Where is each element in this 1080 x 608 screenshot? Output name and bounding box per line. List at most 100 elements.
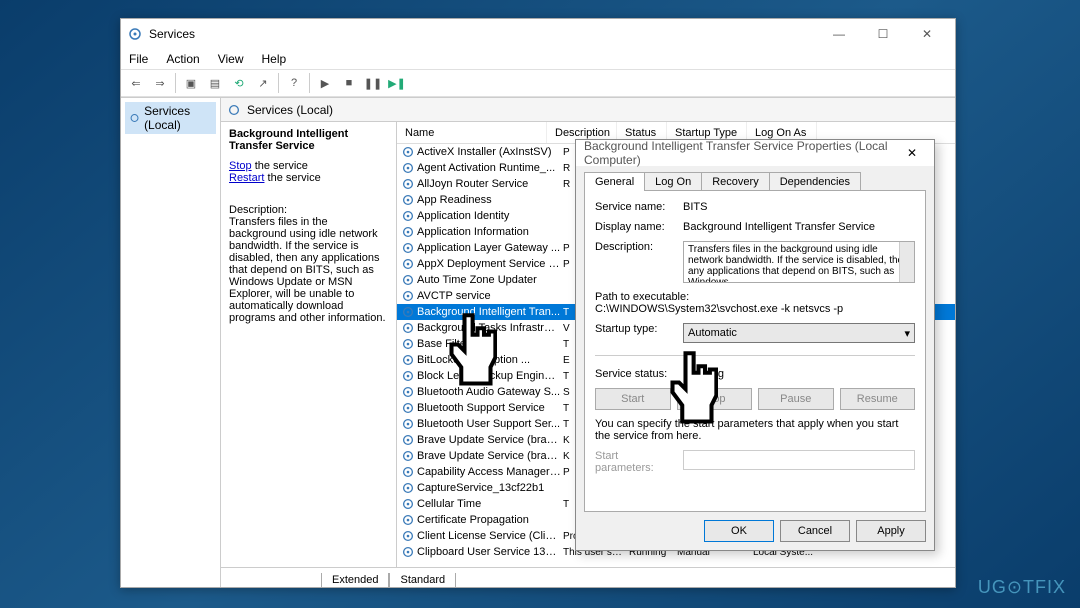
- tab-recovery[interactable]: Recovery: [701, 172, 769, 191]
- view-tabs: Extended Standard: [221, 567, 955, 587]
- window-title: Services: [149, 27, 817, 41]
- value-display-name: Background Intelligent Transfer Service: [683, 221, 915, 233]
- service-name: CaptureService_13cf22b1: [417, 482, 561, 494]
- properties-button[interactable]: ▤: [204, 72, 226, 94]
- help-button[interactable]: ?: [283, 72, 305, 94]
- up-button[interactable]: ▣: [180, 72, 202, 94]
- service-name: Background Intelligent Tran...: [417, 306, 561, 318]
- service-name: Application Information: [417, 226, 561, 238]
- service-name: Agent Activation Runtime_...: [417, 162, 561, 174]
- tab-logon[interactable]: Log On: [644, 172, 702, 191]
- tab-extended[interactable]: Extended: [321, 573, 389, 587]
- service-name: Clipboard User Service 13cf...: [417, 546, 561, 558]
- forward-button[interactable]: ⇒: [149, 72, 171, 94]
- menu-help[interactable]: Help: [258, 50, 291, 68]
- start-button[interactable]: Start: [595, 388, 671, 410]
- restart-icon[interactable]: ▶❚: [386, 72, 408, 94]
- gear-icon: [401, 289, 415, 303]
- description-label: Description:: [229, 204, 388, 216]
- app-icon: [127, 26, 143, 42]
- menu-file[interactable]: File: [125, 50, 152, 68]
- selected-service-name: Background Intelligent Transfer Service: [229, 128, 388, 152]
- service-name: Cellular Time: [417, 498, 561, 510]
- tab-standard[interactable]: Standard: [389, 573, 456, 587]
- service-name: Brave Update Service (brave...: [417, 450, 561, 462]
- cancel-button[interactable]: Cancel: [780, 520, 850, 542]
- dialog-titlebar: Background Intelligent Transfer Service …: [576, 140, 934, 166]
- back-button[interactable]: ⇐: [125, 72, 147, 94]
- service-name: App Readiness: [417, 194, 561, 206]
- label-service-status: Service status:: [595, 368, 675, 380]
- value-service-status: Running: [683, 368, 915, 380]
- service-name: AllJoyn Router Service: [417, 178, 561, 190]
- ok-button[interactable]: OK: [704, 520, 774, 542]
- start-params-input[interactable]: [683, 450, 915, 470]
- gear-icon: [401, 209, 415, 223]
- service-name: Block Level Backup Engine ...: [417, 370, 561, 382]
- pause-icon[interactable]: ❚❚: [362, 72, 384, 94]
- service-name: AppX Deployment Service (...: [417, 258, 561, 270]
- gear-icon: [401, 193, 415, 207]
- description-textbox[interactable]: Transfers files in the background using …: [683, 241, 915, 283]
- gear-icon: [401, 497, 415, 511]
- restart-link[interactable]: Restart: [229, 172, 264, 184]
- gear-icon: [401, 385, 415, 399]
- service-name: AVCTP service: [417, 290, 561, 302]
- label-start-params: Start parameters:: [595, 450, 675, 474]
- gear-icon: [401, 321, 415, 335]
- service-name: Brave Update Service (brave): [417, 434, 561, 446]
- gear-icon: [401, 305, 415, 319]
- gear-icon: [401, 417, 415, 431]
- label-startup-type: Startup type:: [595, 323, 675, 335]
- label-display-name: Display name:: [595, 221, 675, 233]
- gear-icon: [401, 545, 415, 559]
- nav-tree: Services (Local): [121, 98, 221, 587]
- gear-icon: [401, 177, 415, 191]
- chevron-down-icon: ▾: [904, 327, 910, 340]
- menubar: File Action View Help: [121, 49, 955, 69]
- col-name[interactable]: Name: [397, 122, 547, 143]
- gear-icon: [401, 529, 415, 543]
- dialog-close-button[interactable]: ✕: [898, 143, 926, 163]
- startup-type-select[interactable]: Automatic▾: [683, 323, 915, 343]
- maximize-button[interactable]: ☐: [861, 20, 905, 48]
- gear-icon: [401, 369, 415, 383]
- dialog-footer: OK Cancel Apply: [576, 512, 934, 550]
- nav-services-local[interactable]: Services (Local): [125, 102, 216, 134]
- dialog-panel: Service name:BITS Display name:Backgroun…: [584, 190, 926, 512]
- menu-view[interactable]: View: [214, 50, 248, 68]
- pause-button[interactable]: Pause: [758, 388, 834, 410]
- service-name: Capability Access Manager ...: [417, 466, 561, 478]
- minimize-button[interactable]: —: [817, 20, 861, 48]
- export-button[interactable]: ↗: [252, 72, 274, 94]
- gear-icon: [401, 353, 415, 367]
- apply-button[interactable]: Apply: [856, 520, 926, 542]
- resume-button[interactable]: Resume: [840, 388, 916, 410]
- dialog-title: Background Intelligent Transfer Service …: [584, 139, 898, 167]
- stop-link[interactable]: Stop: [229, 160, 252, 172]
- tab-dependencies[interactable]: Dependencies: [769, 172, 861, 191]
- service-name: Application Layer Gateway ...: [417, 242, 561, 254]
- stop-icon[interactable]: ■: [338, 72, 360, 94]
- watermark: UG⊙TFIX: [978, 577, 1066, 598]
- value-path: C:\WINDOWS\System32\svchost.exe -k netsv…: [595, 303, 915, 315]
- close-button[interactable]: ✕: [905, 20, 949, 48]
- label-service-name: Service name:: [595, 201, 675, 213]
- gear-icon: [401, 449, 415, 463]
- play-icon[interactable]: ▶: [314, 72, 336, 94]
- menu-action[interactable]: Action: [162, 50, 203, 68]
- gear-icon: [129, 111, 140, 125]
- service-name: Auto Time Zone Updater: [417, 274, 561, 286]
- gear-icon: [401, 401, 415, 415]
- service-name: Base Filtering: [417, 338, 561, 350]
- service-name: Certificate Propagation: [417, 514, 561, 526]
- stop-button[interactable]: Stop: [677, 388, 753, 410]
- description-text: Transfers files in the background using …: [229, 216, 388, 324]
- service-name: Bluetooth Audio Gateway S...: [417, 386, 561, 398]
- refresh-button[interactable]: ⟲: [228, 72, 250, 94]
- service-name: Background Tasks Infrastruc...: [417, 322, 561, 334]
- gear-icon: [401, 241, 415, 255]
- service-name: BitLocker Encryption ...: [417, 354, 561, 366]
- tab-general[interactable]: General: [584, 172, 645, 191]
- dialog-tabs: General Log On Recovery Dependencies: [576, 166, 934, 191]
